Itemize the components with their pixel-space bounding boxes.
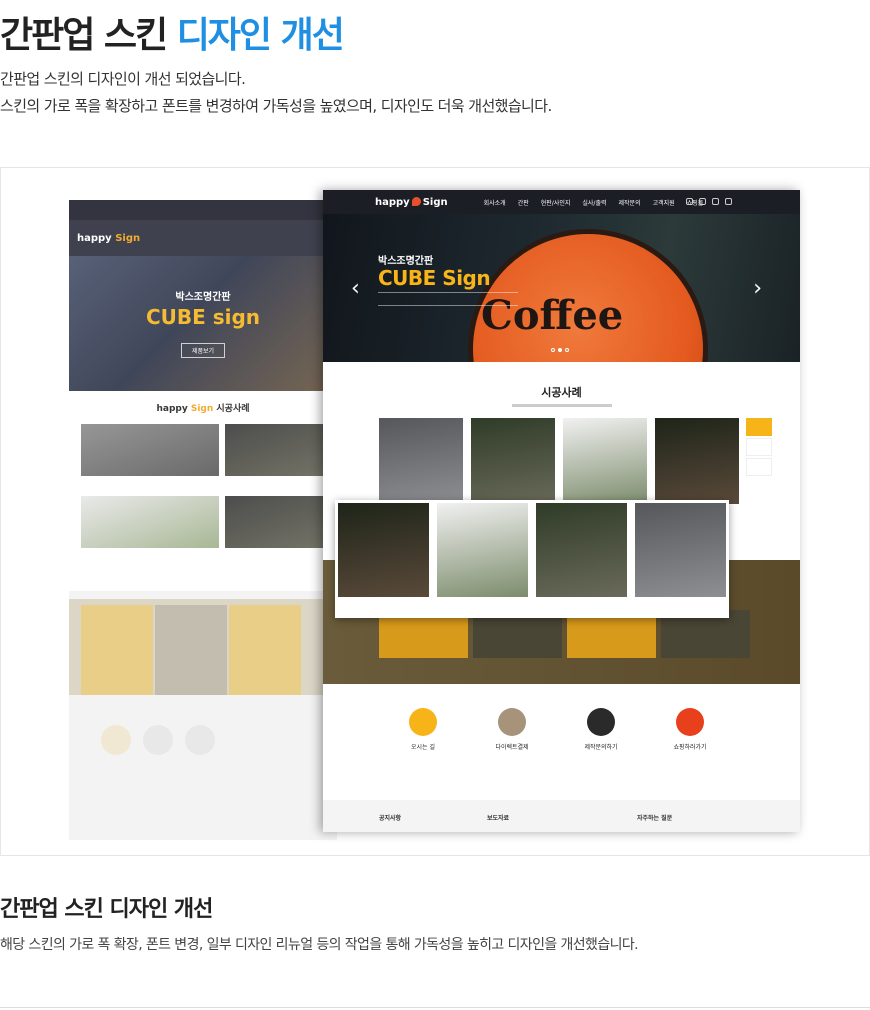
new-hero-subtitle: 박스조명간판	[378, 256, 434, 267]
case-card	[635, 503, 726, 615]
new-design-mockup: happy Sign 회사소개 간판 현판/사인지 실사/출력 제작문의 고객지원…	[323, 190, 800, 832]
edit-icon	[587, 708, 615, 736]
case-card	[437, 503, 528, 615]
case-card	[536, 503, 627, 615]
section-title: 간판업 스킨 디자인 개선	[0, 897, 213, 922]
menu-item: 실사/출력	[582, 199, 607, 207]
phone-icon	[185, 725, 215, 755]
card-icon	[498, 708, 526, 736]
old-hero-subtitle: 박스조명간판	[175, 292, 231, 303]
old-cases-title: happy Sign 시공사례	[156, 404, 250, 414]
case-photo	[471, 418, 555, 504]
new-nav-bar: happy Sign 회사소개 간판 현판/사인지 실사/출력 제작문의 고객지원…	[323, 190, 800, 214]
old-feature-card	[229, 605, 301, 695]
new-utility-icons	[686, 198, 732, 205]
location-icon	[409, 708, 437, 736]
section-description: 해당 스킨의 가로 폭 확장, 폰트 변경, 일부 디자인 리뉴얼 등의 작업을…	[0, 937, 639, 953]
quick-menu	[746, 418, 772, 478]
new-hero-description	[378, 292, 518, 306]
new-cases-row-overlay	[335, 500, 729, 618]
case-card	[338, 503, 429, 615]
location-icon	[101, 725, 131, 755]
footer-link: 보도자료	[487, 815, 510, 822]
slider-dots	[551, 348, 569, 352]
new-cases-row	[379, 418, 739, 504]
info-label: 제작문의하기	[584, 744, 618, 751]
new-menu: 회사소개 간판 현판/사인지 실사/출력 제작문의 고객지원 쇼핑몰	[484, 198, 704, 207]
chevron-right-icon: ›	[753, 276, 762, 301]
old-cases-grid	[81, 424, 337, 562]
old-hero-title: CUBE sign	[145, 305, 261, 329]
title-highlight: 디자인 개선	[176, 15, 345, 56]
card-icon	[143, 725, 173, 755]
new-footer-links: 공지사항 보도자료 자주하는 질문	[323, 800, 800, 832]
title-main: 간판업 스킨	[0, 15, 168, 56]
case-photo	[379, 418, 463, 504]
menu-item: 회사소개	[483, 199, 506, 207]
menu-item: 간판	[517, 199, 529, 207]
old-case-item	[225, 424, 337, 490]
intro-line-1: 간판업 스킨의 디자인이 개선 되었습니다.	[0, 70, 246, 88]
intro-line-2: 스킨의 가로 폭을 확장하고 폰트를 변경하여 가독성을 높였으며, 디자인도 …	[0, 97, 552, 115]
old-hero-button: 제품보기	[180, 343, 226, 358]
menu-item: 제작문의	[618, 199, 641, 207]
menu-item: 현판/사인지	[540, 199, 571, 207]
old-case-item	[81, 424, 219, 490]
info-label: 다이렉트결제	[495, 744, 529, 751]
new-logo: happy Sign	[375, 196, 448, 208]
menu-item: 고객지원	[652, 199, 675, 207]
old-case-item	[225, 496, 337, 562]
old-design-mockup: happy Sign 박스조명간판 CUBE sign 제품보기 happy S…	[69, 200, 337, 840]
old-cases-section: happy Sign 시공사례	[69, 391, 337, 591]
footer-link: 자주하는 질문	[637, 815, 673, 822]
new-info-icons: 오시는 길 다이렉트결제 제작문의하기 쇼핑하러가기	[323, 684, 800, 794]
login-icon	[686, 198, 693, 205]
new-cases-subtitle	[511, 404, 612, 407]
old-case-item	[81, 496, 219, 562]
new-hero-banner: Coffee 박스조명간판 CUBE Sign ‹ ›	[323, 214, 800, 362]
design-showcase: happy Sign 박스조명간판 CUBE sign 제품보기 happy S…	[0, 167, 870, 856]
old-logo: happy Sign	[77, 232, 141, 244]
old-nav-bar: happy Sign	[69, 220, 337, 256]
case-photo	[655, 418, 739, 504]
new-hero-title: CUBE Sign	[378, 266, 491, 290]
search-icon	[725, 198, 732, 205]
flame-icon	[411, 196, 421, 206]
page-title: 간판업 스킨 디자인 개선	[0, 6, 345, 58]
new-cases-title: 시공사례	[541, 386, 582, 399]
cart-icon	[712, 198, 719, 205]
case-photo	[563, 418, 647, 504]
chevron-left-icon: ‹	[351, 276, 360, 301]
divider	[0, 1007, 870, 1008]
user-icon	[699, 198, 706, 205]
old-hero-banner: 박스조명간판 CUBE sign 제품보기	[69, 256, 337, 391]
old-top-bar	[69, 200, 337, 220]
info-label: 쇼핑하러가기	[673, 744, 707, 751]
intro-text: 간판업 스킨의 디자인이 개선 되었습니다. 스킨의 가로 폭을 확장하고 폰트…	[0, 66, 552, 120]
old-feature-card	[155, 605, 227, 695]
old-feature-card	[81, 605, 153, 695]
old-features	[69, 599, 337, 695]
old-info-icons	[69, 695, 337, 755]
info-label: 오시는 길	[411, 744, 435, 751]
footer-link: 공지사항	[379, 815, 402, 822]
cart-icon	[676, 708, 704, 736]
